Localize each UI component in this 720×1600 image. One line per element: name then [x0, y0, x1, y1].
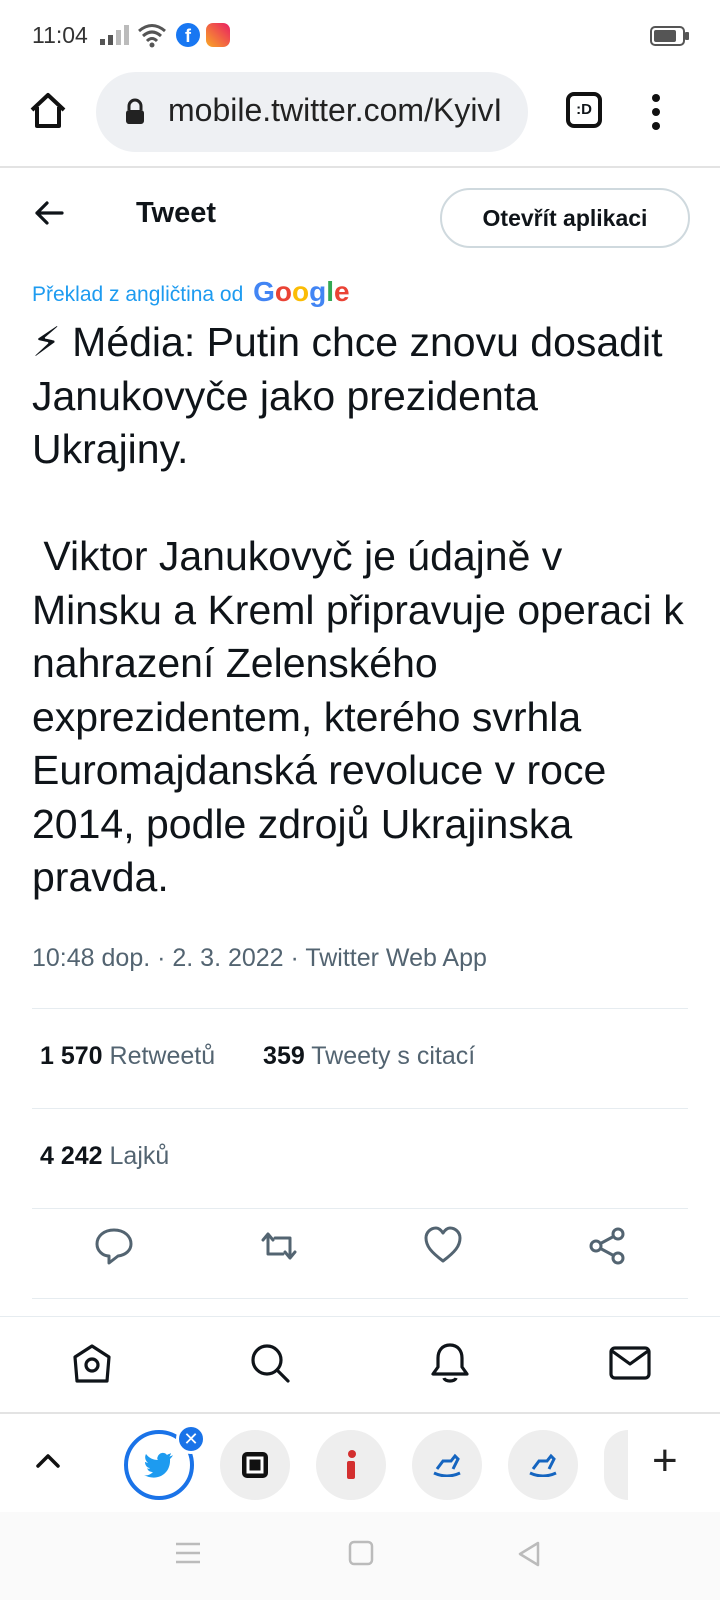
reply-icon[interactable]: [94, 1226, 134, 1271]
rocking-horse-icon: [529, 1453, 557, 1477]
home-square-icon[interactable]: [348, 1540, 374, 1571]
divider: [32, 1208, 688, 1209]
retweets-count: 1 570: [40, 1042, 103, 1070]
divider: [32, 1298, 688, 1299]
open-app-button[interactable]: Otevřít aplikaci: [440, 188, 690, 248]
tab-twitter[interactable]: ✕: [124, 1424, 206, 1500]
back-triangle-icon[interactable]: [516, 1540, 542, 1573]
back-arrow-icon[interactable]: [34, 200, 64, 231]
lock-icon: [124, 98, 146, 131]
likes-label: Lajků: [109, 1142, 170, 1170]
status-time: 11:04: [32, 22, 88, 48]
info-favicon-icon: [347, 1450, 356, 1479]
translation-label: Překlad z angličtina od: [32, 283, 244, 306]
status-bar: 11:04 f: [0, 0, 720, 70]
home-icon[interactable]: [28, 90, 68, 135]
retweets-label: Retweetů: [109, 1042, 216, 1070]
tab-app-5[interactable]: [508, 1430, 578, 1500]
divider: [32, 1008, 688, 1009]
browser-toolbar: mobile.twitter.com/KyivI :D: [0, 70, 720, 168]
url-text[interactable]: mobile.twitter.com/KyivI: [168, 92, 502, 129]
overflow-menu-icon[interactable]: [652, 94, 660, 136]
tweet-text: ⚡ Média: Putin chce znovu dosadit Januko…: [32, 319, 684, 900]
close-tab-icon[interactable]: ✕: [176, 1424, 206, 1454]
tab-app-4[interactable]: [412, 1430, 482, 1500]
browser-tab-strip: ✕ +: [0, 1412, 720, 1512]
likes-stats[interactable]: 4 242 Lajků: [40, 1142, 169, 1171]
tab-app-6[interactable]: [604, 1430, 628, 1500]
tweet-timestamp[interactable]: 10:48 dop. · 2. 3. 2022 · Twitter Web Ap…: [32, 944, 487, 973]
notifications-bell-icon[interactable]: [428, 1341, 472, 1390]
address-bar[interactable]: mobile.twitter.com/KyivI: [96, 72, 528, 152]
likes-count: 4 242: [40, 1142, 103, 1170]
quotes-count: 359: [263, 1042, 305, 1070]
tweet-actions: [0, 1226, 720, 1286]
tab-app-3[interactable]: [316, 1430, 386, 1500]
retweet-stats[interactable]: 1 570 Retweetů 359 Tweety s citací: [40, 1042, 475, 1071]
translation-note[interactable]: Překlad z angličtina od Google: [32, 276, 350, 308]
bottom-navigation: [0, 1316, 720, 1412]
rocking-horse-icon: [433, 1453, 461, 1477]
like-icon[interactable]: [423, 1226, 463, 1269]
messages-envelope-icon[interactable]: [608, 1341, 652, 1390]
wifi-icon: [137, 22, 167, 53]
search-icon[interactable]: [248, 1341, 292, 1390]
page-title: Tweet: [136, 197, 217, 229]
instagram-icon: [206, 23, 230, 47]
home-icon[interactable]: [70, 1341, 114, 1390]
share-icon[interactable]: [587, 1226, 627, 1271]
facebook-icon: f: [176, 23, 200, 47]
divider: [32, 1108, 688, 1109]
chevron-up-icon[interactable]: [34, 1448, 62, 1477]
tab-switcher-button[interactable]: :D: [566, 92, 602, 128]
quotes-label: Tweety s citací: [311, 1042, 476, 1070]
signal-icon: [100, 24, 130, 51]
recent-apps-icon[interactable]: [174, 1540, 202, 1571]
retweet-icon[interactable]: [257, 1226, 301, 1271]
new-tab-plus-icon[interactable]: +: [652, 1436, 678, 1486]
tweet-header: Tweet Otevřít aplikaci: [0, 170, 720, 266]
site-favicon-icon: [242, 1452, 268, 1478]
tab-app-2[interactable]: [220, 1430, 290, 1500]
battery-icon: [650, 26, 690, 51]
google-logo: Google: [253, 276, 350, 307]
twitter-icon: [144, 1452, 173, 1478]
system-navigation-bar: [0, 1512, 720, 1600]
